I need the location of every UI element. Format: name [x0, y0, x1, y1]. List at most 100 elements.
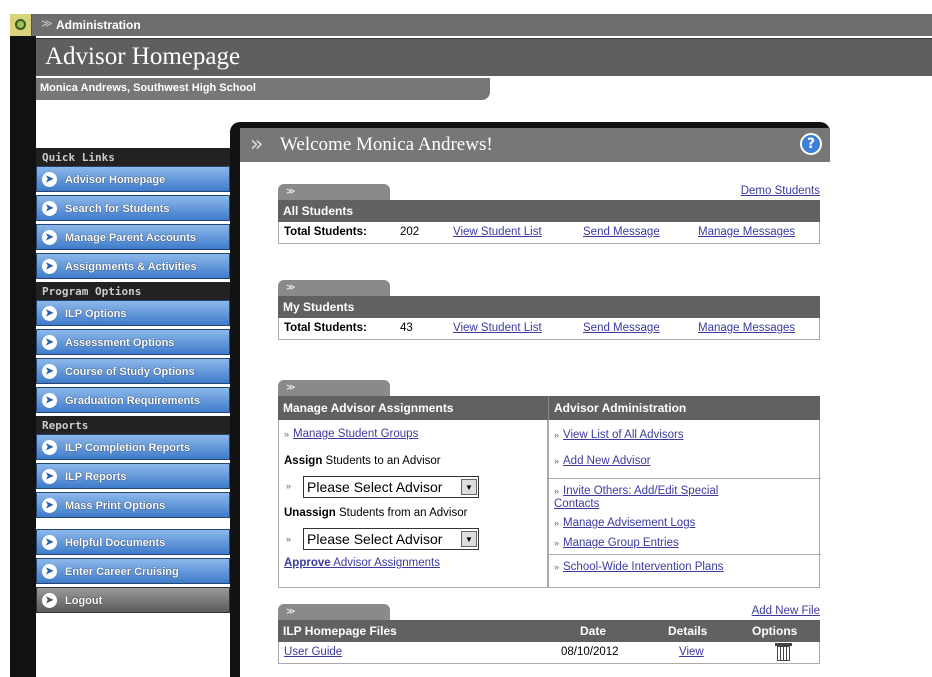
double-chevron-icon: » — [250, 132, 264, 157]
sidebar-item-assessment-options[interactable]: ➤ Assessment Options — [36, 329, 230, 355]
manage-messages-link[interactable]: Manage Messages — [698, 322, 795, 334]
col-options: Options — [752, 624, 798, 638]
welcome-title: Welcome Monica Andrews! — [280, 134, 493, 155]
arrow-circle-icon: ➤ — [42, 335, 57, 350]
arrow-circle-icon: ➤ — [42, 201, 57, 216]
manage-student-groups-link[interactable]: Manage Student Groups — [293, 428, 418, 440]
top-bar-title[interactable]: Administration — [56, 18, 141, 32]
trash-icon[interactable] — [775, 643, 792, 661]
sidebar-item-label: ILP Reports — [65, 471, 127, 483]
manage-messages-link[interactable]: Manage Messages — [698, 226, 795, 238]
help-icon[interactable]: ? — [800, 133, 822, 155]
manage-group-entries-link[interactable]: Manage Group Entries — [563, 537, 679, 549]
main-content: » Welcome Monica Andrews! ? ≫ Demo Stude… — [240, 128, 830, 677]
sidebar-item-helpful-documents[interactable]: ➤ Helpful Documents — [36, 529, 230, 555]
sidebar-item-ilp-reports[interactable]: ➤ ILP Reports — [36, 463, 230, 489]
chevron-down-icon: ▼ — [461, 531, 477, 547]
page-title-bar: Advisor Homepage — [36, 38, 932, 76]
all-students-title: All Students — [278, 200, 820, 222]
collapse-tab-icon[interactable]: ≫ — [278, 604, 390, 620]
view-student-list-link[interactable]: View Student List — [453, 226, 542, 238]
table-row: User Guide 08/10/2012 View — [278, 642, 820, 664]
sidebar-item-label: Manage Parent Accounts — [65, 232, 197, 244]
view-all-advisors-link[interactable]: View List of All Advisors — [563, 429, 684, 441]
ilp-files-box: ≫ Add New File ILP Homepage Files Date D… — [278, 604, 820, 677]
all-students-box: ≫ Demo Students All Students Total Stude… — [278, 184, 820, 246]
collapse-tab-icon[interactable]: ≫ — [278, 280, 390, 296]
col-date: Date — [580, 624, 607, 638]
sidebar-header-reports: Reports — [36, 416, 230, 434]
collapse-chevron-icon[interactable]: ≫ — [41, 17, 53, 30]
total-students-count: 202 — [400, 226, 420, 238]
sidebar-header-program-options: Program Options — [36, 282, 230, 300]
arrow-circle-icon: ➤ — [42, 440, 57, 455]
top-bar: ≫ Administration — [10, 14, 932, 36]
send-message-link[interactable]: Send Message — [583, 226, 660, 238]
all-students-row: Total Students: 202 View Student List Se… — [278, 222, 820, 244]
chevron-down-icon: ▼ — [461, 479, 477, 495]
user-school-label: Monica Andrews, Southwest High School — [40, 82, 256, 94]
approve-assignments-link[interactable]: Approve Advisor Assignments — [284, 557, 440, 569]
arrow-circle-icon: ➤ — [42, 469, 57, 484]
total-students-label: Total Students: — [284, 226, 367, 238]
sidebar-item-career-cruising[interactable]: ➤ Enter Career Cruising — [36, 558, 230, 584]
arrow-circle-icon: ➤ — [42, 259, 57, 274]
my-students-title: My Students — [278, 296, 820, 318]
sidebar-item-label: Advisor Homepage — [65, 174, 166, 186]
add-new-advisor-link[interactable]: Add New Advisor — [563, 455, 651, 467]
sidebar-header-quick-links: Quick Links — [36, 148, 230, 166]
page-title: Advisor Homepage — [45, 43, 241, 70]
arrow-circle-icon: ➤ — [42, 593, 57, 608]
app-icon[interactable] — [10, 14, 32, 36]
sidebar-item-graduation-requirements[interactable]: ➤ Graduation Requirements — [36, 387, 230, 413]
total-students-label: Total Students: — [284, 322, 367, 334]
app-window: ≫ Administration Advisor Homepage Monica… — [0, 0, 932, 677]
advisor-assignments-box: ≫ Manage Advisor Assignments Advisor Adm… — [278, 380, 821, 588]
send-message-link[interactable]: Send Message — [583, 322, 660, 334]
files-title: ILP Homepage Files — [283, 624, 397, 638]
sidebar-item-assignments-activities[interactable]: ➤ Assignments & Activities — [36, 253, 230, 279]
sidebar-item-advisor-homepage[interactable]: ➤ Advisor Homepage — [36, 166, 230, 192]
file-name-link[interactable]: User Guide — [284, 646, 342, 658]
total-students-count: 43 — [400, 322, 413, 334]
sidebar-item-label: Course of Study Options — [65, 366, 195, 378]
sidebar-item-label: ILP Options — [65, 308, 127, 320]
sidebar-item-label: Mass Print Options — [65, 500, 166, 512]
files-table-header: ILP Homepage Files Date Details Options — [278, 620, 820, 642]
arrow-circle-icon: ➤ — [42, 172, 57, 187]
unassign-advisor-select[interactable]: Please Select Advisor ▼ — [303, 528, 479, 550]
demo-students-link[interactable]: Demo Students — [741, 185, 820, 197]
my-students-box: ≫ My Students Total Students: 43 View St… — [278, 280, 820, 342]
view-student-list-link[interactable]: View Student List — [453, 322, 542, 334]
manage-assignments-panel: » Manage Student Groups Assign Students t… — [278, 420, 548, 588]
arrow-circle-icon: ➤ — [42, 306, 57, 321]
sidebar-item-logout[interactable]: ➤ Logout — [36, 587, 230, 613]
invite-others-link-cont[interactable]: Contacts — [554, 498, 599, 510]
assign-advisor-select[interactable]: Please Select Advisor ▼ — [303, 476, 479, 498]
unassign-heading: Unassign Students from an Advisor — [284, 507, 468, 519]
add-new-file-link[interactable]: Add New File — [752, 605, 820, 617]
sidebar: Quick Links ➤ Advisor Homepage ➤ Search fo… — [36, 148, 230, 616]
sidebar-item-course-of-study[interactable]: ➤ Course of Study Options — [36, 358, 230, 384]
sidebar-item-ilp-options[interactable]: ➤ ILP Options — [36, 300, 230, 326]
invite-others-link[interactable]: Invite Others: Add/Edit Special — [563, 485, 718, 497]
collapse-tab-icon[interactable]: ≫ — [278, 380, 390, 396]
file-view-link[interactable]: View — [679, 646, 704, 658]
sidebar-item-label: Search for Students — [65, 203, 170, 215]
my-students-row: Total Students: 43 View Student List Sen… — [278, 318, 820, 340]
arrow-circle-icon: ➤ — [42, 393, 57, 408]
sidebar-item-label: ILP Completion Reports — [65, 442, 191, 454]
sidebar-item-label: Enter Career Cruising — [65, 566, 179, 578]
arrow-circle-icon: ➤ — [42, 535, 57, 550]
sidebar-item-manage-parent-accounts[interactable]: ➤ Manage Parent Accounts — [36, 224, 230, 250]
sidebar-item-ilp-completion-reports[interactable]: ➤ ILP Completion Reports — [36, 434, 230, 460]
main-panel: » Welcome Monica Andrews! ? ≫ Demo Stude… — [230, 122, 830, 677]
sidebar-item-search-students[interactable]: ➤ Search for Students — [36, 195, 230, 221]
collapse-tab-icon[interactable]: ≫ — [278, 184, 390, 200]
manage-advisement-logs-link[interactable]: Manage Advisement Logs — [563, 517, 695, 529]
sidebar-item-mass-print-options[interactable]: ➤ Mass Print Options — [36, 492, 230, 518]
manage-assignments-title: Manage Advisor Assignments — [278, 396, 548, 420]
file-date: 08/10/2012 — [561, 646, 619, 658]
advisor-administration-title: Advisor Administration — [548, 396, 820, 420]
intervention-plans-link[interactable]: School-Wide Intervention Plans — [563, 561, 723, 573]
